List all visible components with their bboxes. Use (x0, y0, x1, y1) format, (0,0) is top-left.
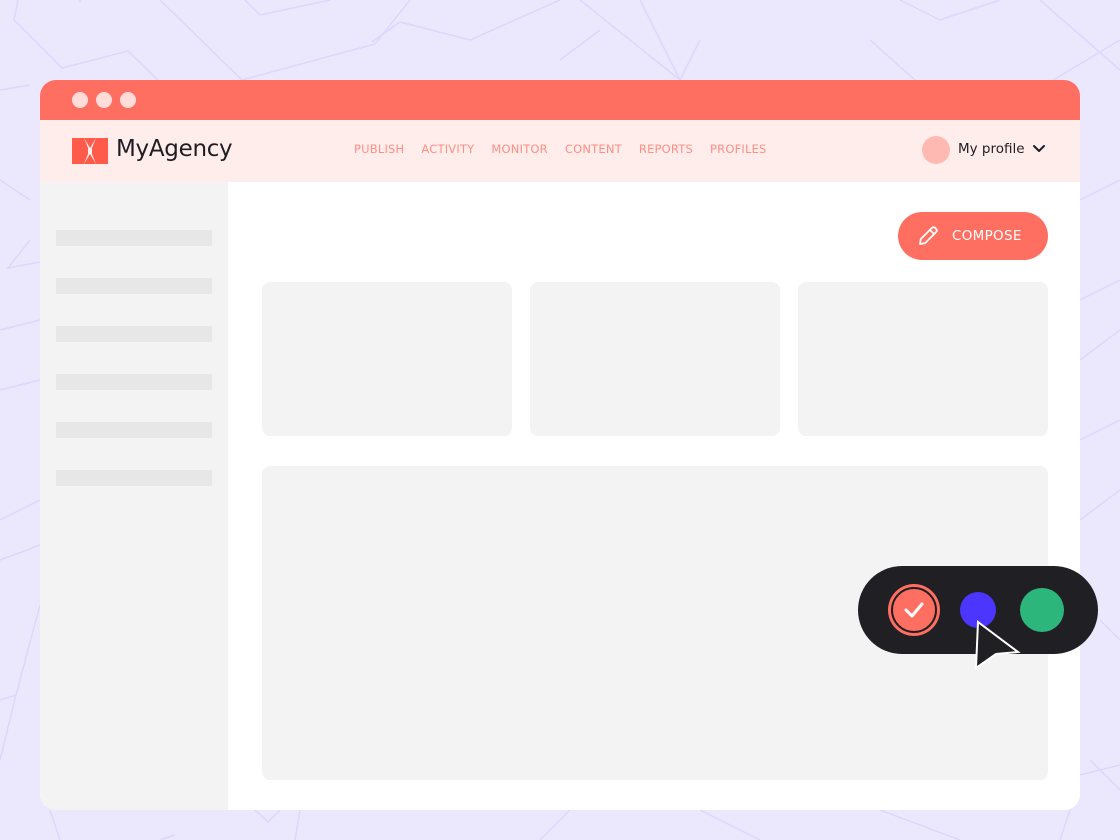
top-navbar: MyAgency PUBLISH ACTIVITY MONITOR CONTEN… (40, 120, 1080, 182)
nav-link-publish[interactable]: PUBLISH (354, 142, 404, 156)
sidebar-item-placeholder[interactable] (56, 230, 212, 246)
nav-link-monitor[interactable]: MONITOR (491, 142, 547, 156)
nav-link-activity[interactable]: ACTIVITY (421, 142, 474, 156)
compose-label: COMPOSE (952, 228, 1022, 244)
summary-card-placeholder (798, 282, 1048, 436)
brand-name: MyAgency (116, 136, 233, 162)
sidebar-item-placeholder[interactable] (56, 470, 212, 486)
profile-menu-label[interactable]: My profile (958, 141, 1025, 157)
compose-button[interactable]: COMPOSE (898, 212, 1048, 260)
brand-logo-icon (72, 138, 108, 164)
swatch-coral-selected[interactable] (888, 584, 940, 636)
summary-card-placeholder (262, 282, 512, 436)
window-minimize-dot[interactable] (96, 92, 112, 108)
sidebar (40, 182, 228, 810)
sidebar-item-placeholder[interactable] (56, 422, 212, 438)
window-maximize-dot[interactable] (120, 92, 136, 108)
window-close-dot[interactable] (72, 92, 88, 108)
avatar[interactable] (922, 136, 950, 164)
checkmark-icon (904, 602, 924, 618)
sidebar-item-placeholder[interactable] (56, 326, 212, 342)
summary-card-placeholder (530, 282, 780, 436)
title-bar (40, 80, 1080, 120)
pencil-icon (919, 226, 938, 245)
swatch-green[interactable] (1020, 588, 1064, 632)
app-window: MyAgency PUBLISH ACTIVITY MONITOR CONTEN… (40, 80, 1080, 810)
sidebar-item-placeholder[interactable] (56, 278, 212, 294)
main-nav: PUBLISH ACTIVITY MONITOR CONTENT REPORTS… (354, 142, 784, 156)
nav-link-profiles[interactable]: PROFILES (710, 142, 767, 156)
main-content: COMPOSE (228, 182, 1080, 810)
sidebar-item-placeholder[interactable] (56, 374, 212, 390)
nav-link-reports[interactable]: REPORTS (639, 142, 693, 156)
chevron-down-icon[interactable] (1032, 144, 1046, 154)
mouse-pointer-icon (974, 620, 1021, 670)
nav-link-content[interactable]: CONTENT (565, 142, 622, 156)
